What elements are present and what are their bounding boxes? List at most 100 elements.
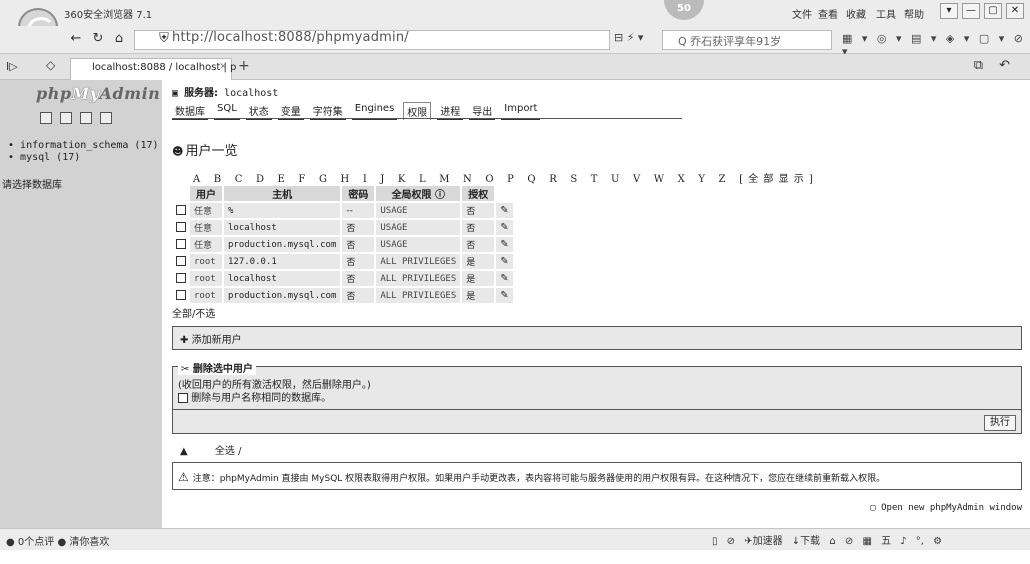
cell-host: production.mysql.com: [224, 288, 341, 303]
minimize-button[interactable]: —: [962, 3, 980, 19]
page-title: ☻ 用户一览: [172, 140, 237, 159]
menu-view[interactable]: 查看: [818, 6, 838, 21]
home-icon[interactable]: ⌂: [111, 31, 127, 47]
app-title: 360安全浏览器 7.1: [64, 10, 153, 21]
status-right-tools[interactable]: ▯ ⊘ ✈加速器 ↓下载 ⌂ ⊘ ▦ 五 ♪ °, ⚙: [712, 532, 942, 547]
window-controls: ▾ — ▢ ✕: [940, 3, 1024, 19]
cell-password: --: [342, 203, 375, 218]
menu-favorites[interactable]: 收藏: [846, 6, 866, 21]
initials-filter[interactable]: A B C D E F G H I J K L M N O P Q R S T …: [193, 170, 818, 185]
row-checkbox[interactable]: [176, 256, 186, 267]
tab-close-icon[interactable]: ×: [219, 61, 227, 72]
add-user-link[interactable]: ✚ 添加新用户: [180, 331, 242, 346]
sidebar-toggle-icon[interactable]: I▷: [6, 60, 18, 73]
action-bar: [172, 410, 1022, 434]
drop-db-checkbox[interactable]: [178, 393, 188, 403]
select-all-link[interactable]: 全部/不选: [172, 305, 215, 320]
menu-help[interactable]: 帮助: [904, 6, 924, 21]
cell-password: 否: [342, 254, 375, 269]
users-icon: ☻: [172, 145, 184, 158]
row-checkbox[interactable]: [176, 239, 186, 250]
cell-user: root: [190, 254, 222, 269]
show-all-link[interactable]: [全部显示]: [739, 174, 818, 185]
help-icon[interactable]: ⓘ: [435, 190, 445, 201]
status-left[interactable]: ● 0个点评 ● 清你喜欢: [6, 533, 109, 548]
database-link[interactable]: information_schema (17): [8, 140, 158, 152]
close-button[interactable]: ✕: [1006, 3, 1024, 19]
phpmyadmin-logo[interactable]: phpMyAdmin: [36, 84, 160, 103]
edit-privileges-icon[interactable]: ✎: [496, 271, 513, 286]
cell-user: 任意: [190, 237, 222, 252]
server-icon: ▣: [172, 88, 179, 99]
select-database-hint: 请选择数据库: [2, 180, 62, 191]
sql-docs-icon[interactable]: [100, 112, 112, 124]
back-icon[interactable]: ←: [68, 31, 84, 47]
header-privileges: 全局权限 ⓘ: [376, 186, 461, 201]
table-row: root 127.0.0.1 否 ALL PRIVILEGES 是 ✎: [174, 254, 513, 269]
row-checkbox-cell: [174, 237, 188, 252]
search-input[interactable]: Q 乔石获评享年91岁: [678, 33, 781, 49]
row-checkbox-cell: [174, 220, 188, 235]
reload-icon[interactable]: ↻: [90, 31, 106, 47]
arrow-up-icon: ▲: [180, 446, 188, 457]
logo-php: php: [36, 84, 72, 103]
row-checkbox-cell: [174, 254, 188, 269]
tabbar-right-icons[interactable]: ⧉ ↶: [974, 58, 1016, 73]
edit-privileges-icon[interactable]: ✎: [496, 220, 513, 235]
header-password: 密码: [342, 186, 375, 201]
check-all-link[interactable]: 全选 /: [215, 446, 242, 457]
notice-text: 注意：phpMyAdmin 直接由 MySQL 权限表取得用户权限。如果用户手动…: [192, 474, 886, 484]
query-window-icon[interactable]: [60, 112, 72, 124]
cell-user: 任意: [190, 220, 222, 235]
table-header-row: 用户 主机 密码 全局权限 ⓘ 授权: [174, 186, 513, 201]
menu-tools[interactable]: 工具: [876, 6, 896, 21]
add-user-label[interactable]: 添加新用户: [192, 335, 242, 346]
cell-password: 否: [342, 237, 375, 252]
edit-privileges-icon[interactable]: ✎: [496, 203, 513, 218]
cell-host: production.mysql.com: [224, 237, 341, 252]
go-button[interactable]: 执行: [984, 415, 1016, 431]
table-row: root production.mysql.com 否 ALL PRIVILEG…: [174, 288, 513, 303]
database-link[interactable]: mysql (17): [8, 152, 159, 164]
cell-host: localhost: [224, 220, 341, 235]
security-shield-icon: ⛨: [159, 31, 169, 46]
add-user-panel: [172, 326, 1022, 350]
address-tools[interactable]: ⊟ ⚡ ▾: [614, 31, 643, 44]
row-checkbox-cell: [174, 288, 188, 303]
open-new-window-label[interactable]: Open new phpMyAdmin window: [881, 503, 1022, 513]
edit-privileges-icon[interactable]: ✎: [496, 288, 513, 303]
url-text[interactable]: http://localhost:8088/phpmyadmin/: [172, 30, 409, 45]
skin-button[interactable]: ▾: [940, 3, 958, 19]
server-breadcrumb: ▣ 服务器: localhost: [172, 84, 278, 99]
drop-db-option: 删除与用户名称相同的数据库。: [178, 389, 331, 404]
cell-user: root: [190, 271, 222, 286]
server-label: 服务器:: [184, 88, 219, 99]
row-checkbox[interactable]: [176, 290, 186, 301]
server-name[interactable]: localhost: [224, 88, 278, 99]
maximize-button[interactable]: ▢: [984, 3, 1002, 19]
cell-privileges: USAGE: [376, 237, 461, 252]
row-checkbox[interactable]: [176, 205, 186, 216]
database-list: information_schema (17) mysql (17): [8, 140, 159, 164]
cell-grant: 否: [462, 220, 495, 235]
new-tab-button[interactable]: +: [238, 58, 250, 74]
tab-title[interactable]: localhost:8088 / localhost | p: [92, 62, 236, 73]
row-checkbox[interactable]: [176, 273, 186, 284]
row-checkbox[interactable]: [176, 222, 186, 233]
drop-db-label[interactable]: 删除与用户名称相同的数据库。: [191, 393, 331, 404]
cell-privileges: ALL PRIVILEGES: [376, 288, 461, 303]
users-table: 用户 主机 密码 全局权限 ⓘ 授权 任意 % -- USAGE 否 ✎ 任意 …: [172, 184, 515, 305]
cell-grant: 是: [462, 271, 495, 286]
docs-icon[interactable]: [80, 112, 92, 124]
row-checkbox-cell: [174, 203, 188, 218]
open-new-window-link[interactable]: ▢ Open new phpMyAdmin window: [870, 503, 1022, 513]
edit-privileges-icon[interactable]: ✎: [496, 254, 513, 269]
row-checkbox-cell: [174, 271, 188, 286]
home-icon[interactable]: [40, 112, 52, 124]
tab-home-icon[interactable]: ◇: [46, 58, 55, 72]
cell-privileges: USAGE: [376, 220, 461, 235]
cell-password: 否: [342, 271, 375, 286]
edit-privileges-icon[interactable]: ✎: [496, 237, 513, 252]
table-row: 任意 % -- USAGE 否 ✎: [174, 203, 513, 218]
menu-file[interactable]: 文件: [792, 6, 812, 21]
